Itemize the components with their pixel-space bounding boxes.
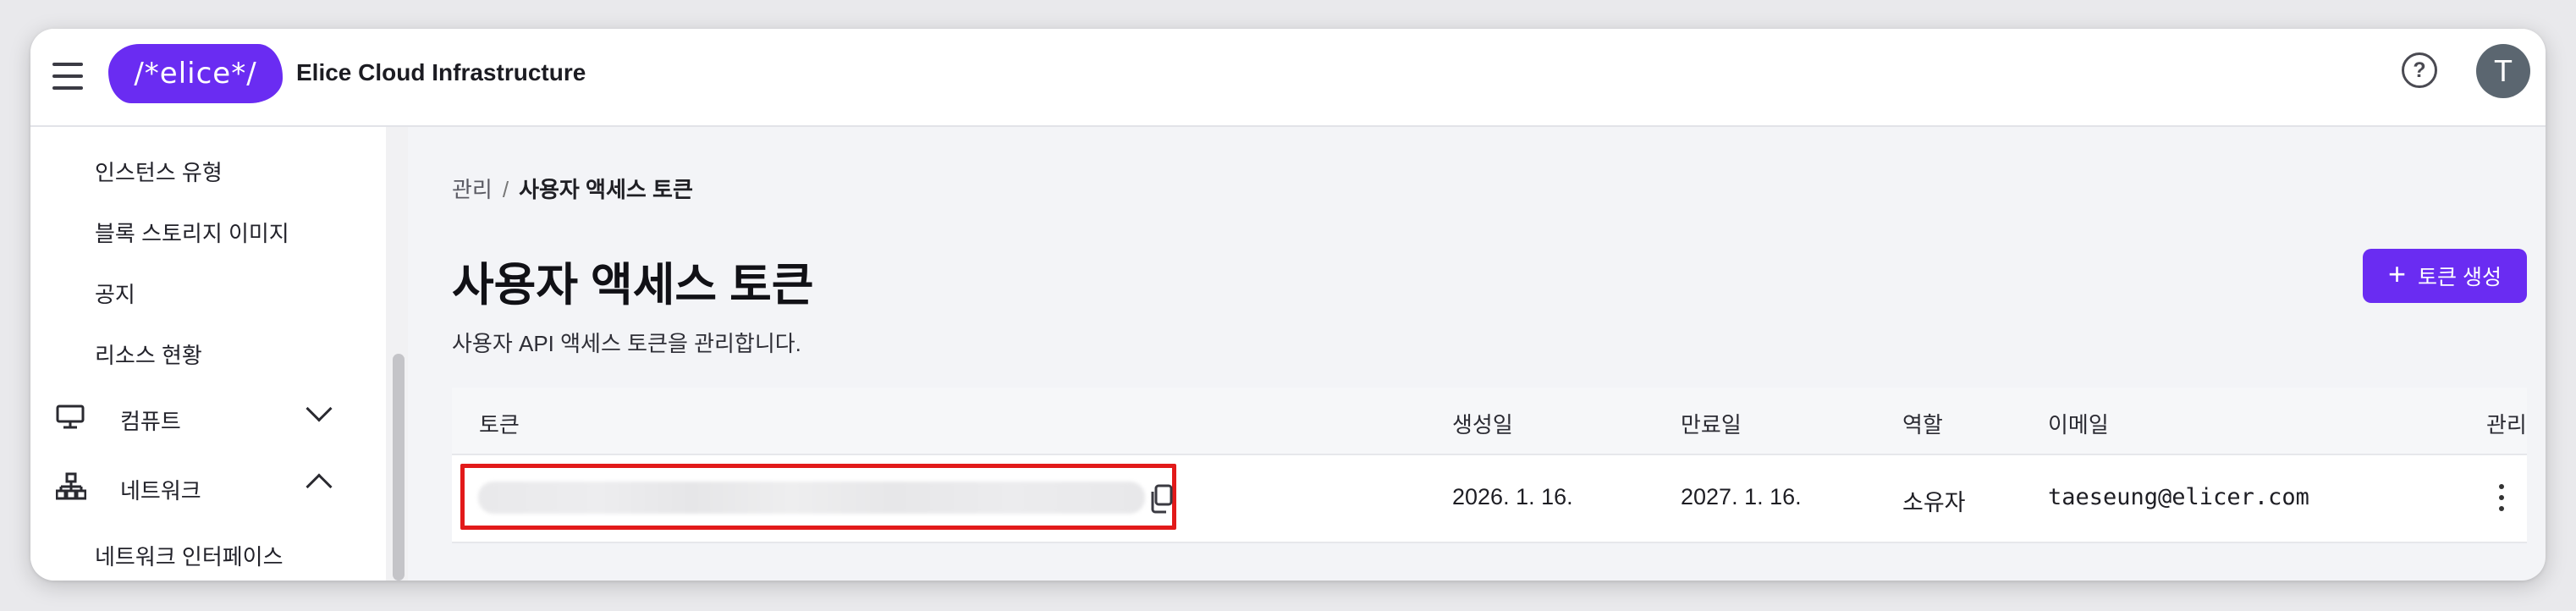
copy-icon[interactable] [1147, 483, 1175, 515]
table-header: 토큰 생성일 만료일 역할 이메일 관리 [452, 388, 2527, 455]
app-title: Elice Cloud Infrastructure [296, 59, 586, 85]
sidebar-item-resource-status[interactable]: 리소스 현황 [95, 339, 202, 370]
token-created-date: 2026. 1. 16. [1452, 484, 1573, 509]
top-bar: /*elice*/ Elice Cloud Infrastructure ? T [30, 29, 2546, 127]
column-header-email: 이메일 [2048, 412, 2109, 438]
monitor-icon [56, 405, 85, 430]
plus-icon: + [2388, 256, 2407, 291]
breadcrumb-separator: / [502, 177, 509, 202]
chevron-up-icon[interactable] [305, 473, 333, 500]
elice-logo[interactable]: /*elice*/ [108, 44, 283, 103]
sidebar-item-instance-types[interactable]: 인스턴스 유형 [95, 156, 223, 187]
breadcrumb: 관리 / 사용자 액세스 토큰 [452, 173, 693, 204]
app-window: /*elice*/ Elice Cloud Infrastructure ? T… [30, 29, 2546, 581]
sidebar-item-notices[interactable]: 공지 [95, 278, 135, 309]
network-icon [55, 472, 87, 501]
sidebar-item-network[interactable]: 네트워크 [120, 474, 201, 505]
token-highlight-box [460, 464, 1176, 530]
token-masked-value [478, 482, 1145, 514]
column-header-token: 토큰 [479, 412, 520, 438]
column-header-manage: 관리 [2486, 412, 2527, 438]
help-icon[interactable]: ? [2402, 52, 2437, 88]
more-options-icon[interactable] [2491, 479, 2512, 516]
column-header-expires: 만료일 [1681, 412, 1742, 438]
chevron-down-icon[interactable] [305, 395, 333, 422]
sidebar: 인스턴스 유형 블록 스토리지 이미지 공지 리소스 현황 컴퓨트 네트워크 네… [30, 127, 408, 581]
breadcrumb-parent-link[interactable]: 관리 [452, 177, 493, 202]
sidebar-scrollbar-thumb[interactable] [393, 354, 405, 581]
page-description: 사용자 API 액세스 토큰을 관리합니다. [452, 331, 801, 356]
page-title: 사용자 액세스 토큰 [452, 260, 814, 311]
breadcrumb-current: 사용자 액세스 토큰 [519, 177, 693, 202]
token-email: taeseung@elicer.com [2048, 484, 2309, 510]
sidebar-item-network-interfaces[interactable]: 네트워크 인터페이스 [95, 540, 283, 571]
column-header-role: 역할 [1902, 412, 1943, 438]
sidebar-item-block-storage-images[interactable]: 블록 스토리지 이미지 [95, 217, 289, 248]
create-token-button-label: 토큰 생성 [2418, 266, 2502, 289]
sidebar-item-compute[interactable]: 컴퓨트 [120, 405, 181, 436]
table-row: 2026. 1. 16. 2027. 1. 16. 소유자 taeseung@e… [452, 455, 2527, 543]
hamburger-menu-icon[interactable] [51, 59, 85, 93]
user-avatar[interactable]: T [2476, 44, 2530, 98]
token-role: 소유자 [1902, 490, 1966, 515]
token-table: 토큰 생성일 만료일 역할 이메일 관리 2026. 1. 16. 2027. … [452, 388, 2527, 543]
column-header-created: 생성일 [1452, 412, 1513, 438]
create-token-button[interactable]: + 토큰 생성 [2363, 249, 2527, 303]
token-expiry-date: 2027. 1. 16. [1681, 484, 1802, 509]
